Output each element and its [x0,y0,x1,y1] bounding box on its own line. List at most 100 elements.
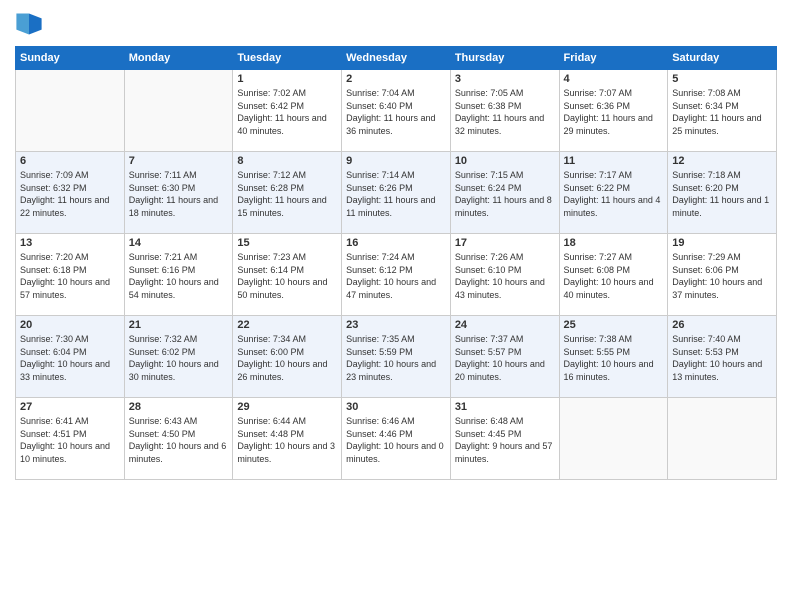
weekday-header-thursday: Thursday [450,47,559,70]
calendar-cell: 23Sunrise: 7:35 AM Sunset: 5:59 PM Dayli… [342,316,451,398]
day-number: 28 [129,401,229,413]
day-info: Sunrise: 7:14 AM Sunset: 6:26 PM Dayligh… [346,169,446,219]
day-number: 31 [455,401,555,413]
calendar-cell: 15 Sunrise: 7:23 AM Sunset: 6:14 PM Dayli… [233,234,342,316]
day-info: Sunrise: 7:37 AM Sunset: 5:57 PM Dayligh… [455,333,555,383]
day-number: 29 [237,401,337,413]
day-info: Sunrise: 6:48 AM Sunset: 4:45 PM Dayligh… [455,415,555,465]
calendar-cell: 21 Sunrise: 7:32 AM Sunset: 6:02 PM Dayli… [124,316,233,398]
day-number: 25 [564,319,664,331]
calendar-cell: 30 Sunrise: 6:46 AM Sunset: 4:46 PM Dayli… [342,398,451,480]
calendar-cell: 19 Sunrise: 7:29 AM Sunset: 6:06 PM Dayli… [668,234,777,316]
day-info: Sunrise: 7:07 AM Sunset: 6:36 PM Dayligh… [564,87,664,137]
calendar-cell: 31 Sunrise: 6:48 AM Sunset: 4:45 PM Dayli… [450,398,559,480]
calendar-cell: 13Sunrise: 7:20 AM Sunset: 6:18 PM Dayli… [16,234,125,316]
day-info: Sunrise: 7:08 AM Sunset: 6:34 PM Dayligh… [672,87,772,137]
day-info: Sunrise: 7:32 AM Sunset: 6:02 PM Dayligh… [129,333,229,383]
day-number: 27 [20,401,120,413]
logo [15,10,47,38]
calendar-cell [124,70,233,152]
day-info: Sunrise: 7:26 AM Sunset: 6:10 PM Dayligh… [455,251,555,301]
weekday-header-friday: Friday [559,47,668,70]
day-info: Sunrise: 7:12 AM Sunset: 6:28 PM Dayligh… [237,169,337,219]
calendar-cell [668,398,777,480]
day-number: 1 [237,73,337,85]
main-container: SundayMondayTuesdayWednesdayThursdayFrid… [0,0,792,612]
day-number: 22 [237,319,337,331]
calendar-cell: 5Sunrise: 7:08 AM Sunset: 6:34 PM Daylig… [668,70,777,152]
calendar-cell: 12 Sunrise: 7:18 AM Sunset: 6:20 PM Dayli… [668,152,777,234]
day-info: Sunrise: 7:02 AM Sunset: 6:42 PM Dayligh… [237,87,337,137]
weekday-header-sunday: Sunday [16,47,125,70]
calendar-cell: 1 Sunrise: 7:02 AM Sunset: 6:42 PM Daylig… [233,70,342,152]
day-info: Sunrise: 7:27 AM Sunset: 6:08 PM Dayligh… [564,251,664,301]
day-info: Sunrise: 7:30 AM Sunset: 6:04 PM Dayligh… [20,333,120,383]
week-row-3: 13Sunrise: 7:20 AM Sunset: 6:18 PM Dayli… [16,234,777,316]
day-info: Sunrise: 7:18 AM Sunset: 6:20 PM Dayligh… [672,169,772,219]
day-info: Sunrise: 7:09 AM Sunset: 6:32 PM Dayligh… [20,169,120,219]
day-number: 15 [237,237,337,249]
logo-icon [15,10,43,38]
day-info: Sunrise: 7:23 AM Sunset: 6:14 PM Dayligh… [237,251,337,301]
week-row-2: 6Sunrise: 7:09 AM Sunset: 6:32 PM Daylig… [16,152,777,234]
day-info: Sunrise: 7:40 AM Sunset: 5:53 PM Dayligh… [672,333,772,383]
day-info: Sunrise: 7:05 AM Sunset: 6:38 PM Dayligh… [455,87,555,137]
day-number: 26 [672,319,772,331]
day-info: Sunrise: 7:04 AM Sunset: 6:40 PM Dayligh… [346,87,446,137]
calendar-cell [559,398,668,480]
calendar-cell: 7 Sunrise: 7:11 AM Sunset: 6:30 PM Daylig… [124,152,233,234]
calendar-cell: 28 Sunrise: 6:43 AM Sunset: 4:50 PM Dayli… [124,398,233,480]
calendar-cell: 2 Sunrise: 7:04 AM Sunset: 6:40 PM Daylig… [342,70,451,152]
day-number: 10 [455,155,555,167]
calendar-cell: 29 Sunrise: 6:44 AM Sunset: 4:48 PM Dayli… [233,398,342,480]
calendar-cell: 22 Sunrise: 7:34 AM Sunset: 6:00 PM Dayli… [233,316,342,398]
calendar-cell: 16 Sunrise: 7:24 AM Sunset: 6:12 PM Dayli… [342,234,451,316]
calendar-cell: 26 Sunrise: 7:40 AM Sunset: 5:53 PM Dayli… [668,316,777,398]
day-number: 2 [346,73,446,85]
calendar-cell: 20 Sunrise: 7:30 AM Sunset: 6:04 PM Dayli… [16,316,125,398]
calendar-cell: 4 Sunrise: 7:07 AM Sunset: 6:36 PM Daylig… [559,70,668,152]
calendar-table: SundayMondayTuesdayWednesdayThursdayFrid… [15,46,777,480]
day-number: 7 [129,155,229,167]
day-number: 17 [455,237,555,249]
calendar-cell: 3 Sunrise: 7:05 AM Sunset: 6:38 PM Daylig… [450,70,559,152]
day-number: 19 [672,237,772,249]
day-info: Sunrise: 6:43 AM Sunset: 4:50 PM Dayligh… [129,415,229,465]
header-row: SundayMondayTuesdayWednesdayThursdayFrid… [16,47,777,70]
day-info: Sunrise: 6:41 AM Sunset: 4:51 PM Dayligh… [20,415,120,465]
week-row-1: 1 Sunrise: 7:02 AM Sunset: 6:42 PM Daylig… [16,70,777,152]
day-info: Sunrise: 7:34 AM Sunset: 6:00 PM Dayligh… [237,333,337,383]
day-info: Sunrise: 7:29 AM Sunset: 6:06 PM Dayligh… [672,251,772,301]
day-number: 20 [20,319,120,331]
day-info: Sunrise: 6:46 AM Sunset: 4:46 PM Dayligh… [346,415,446,465]
weekday-header-wednesday: Wednesday [342,47,451,70]
weekday-header-saturday: Saturday [668,47,777,70]
day-number: 24 [455,319,555,331]
day-number: 21 [129,319,229,331]
calendar-cell: 6Sunrise: 7:09 AM Sunset: 6:32 PM Daylig… [16,152,125,234]
day-info: Sunrise: 7:21 AM Sunset: 6:16 PM Dayligh… [129,251,229,301]
day-info: Sunrise: 7:11 AM Sunset: 6:30 PM Dayligh… [129,169,229,219]
calendar-cell: 25Sunrise: 7:38 AM Sunset: 5:55 PM Dayli… [559,316,668,398]
day-number: 12 [672,155,772,167]
day-number: 18 [564,237,664,249]
day-number: 16 [346,237,446,249]
calendar-cell: 14Sunrise: 7:21 AM Sunset: 6:16 PM Dayli… [124,234,233,316]
week-row-4: 20 Sunrise: 7:30 AM Sunset: 6:04 PM Dayli… [16,316,777,398]
day-number: 4 [564,73,664,85]
day-number: 30 [346,401,446,413]
day-number: 13 [20,237,120,249]
week-row-5: 27 Sunrise: 6:41 AM Sunset: 4:51 PM Dayli… [16,398,777,480]
day-info: Sunrise: 7:15 AM Sunset: 6:24 PM Dayligh… [455,169,555,219]
calendar-cell: 17 Sunrise: 7:26 AM Sunset: 6:10 PM Dayli… [450,234,559,316]
calendar-cell: 10 Sunrise: 7:15 AM Sunset: 6:24 PM Dayli… [450,152,559,234]
day-info: Sunrise: 7:24 AM Sunset: 6:12 PM Dayligh… [346,251,446,301]
calendar-cell: 24 Sunrise: 7:37 AM Sunset: 5:57 PM Dayli… [450,316,559,398]
calendar-cell: 27 Sunrise: 6:41 AM Sunset: 4:51 PM Dayli… [16,398,125,480]
day-number: 9 [346,155,446,167]
day-number: 3 [455,73,555,85]
weekday-header-monday: Monday [124,47,233,70]
day-info: Sunrise: 7:17 AM Sunset: 6:22 PM Dayligh… [564,169,664,219]
day-info: Sunrise: 6:44 AM Sunset: 4:48 PM Dayligh… [237,415,337,465]
calendar-cell: 18 Sunrise: 7:27 AM Sunset: 6:08 PM Dayli… [559,234,668,316]
